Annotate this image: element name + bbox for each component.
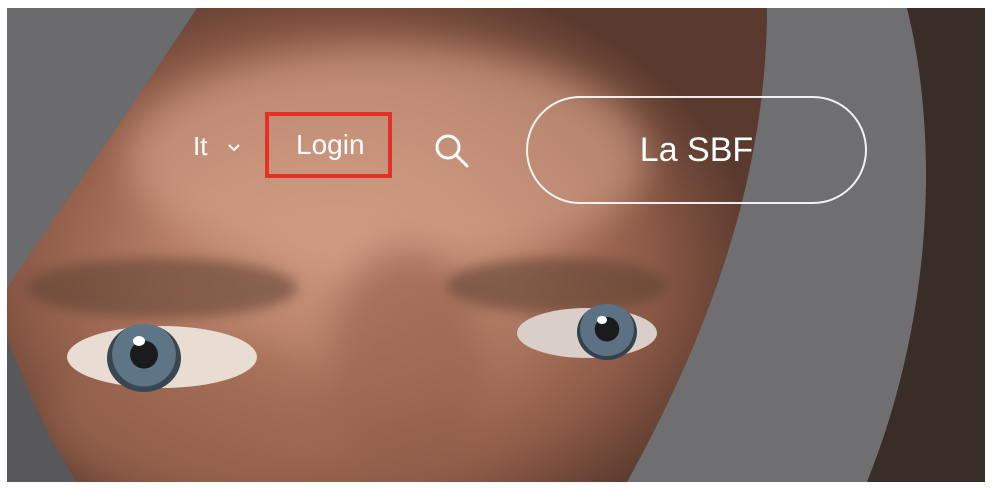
login-highlight-box — [265, 112, 392, 178]
chevron-down-icon[interactable] — [227, 143, 241, 153]
search-icon[interactable] — [433, 132, 473, 172]
la-sbf-label: La SBF — [639, 130, 754, 169]
language-label: It — [193, 131, 208, 161]
right-blade — [627, 8, 985, 482]
hero-image — [7, 8, 985, 482]
language-selector[interactable]: It — [193, 131, 207, 162]
la-sbf-button[interactable]: La SBF — [526, 96, 867, 204]
